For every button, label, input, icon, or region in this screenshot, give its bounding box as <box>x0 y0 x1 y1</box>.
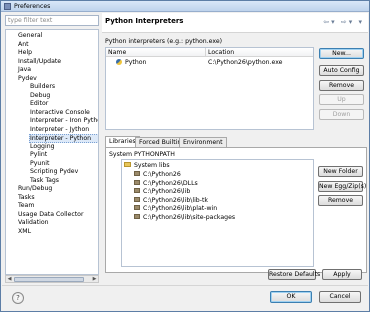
tree-horizontal-scrollbar[interactable]: ◀ ▶ <box>5 275 99 283</box>
remove-library-button[interactable]: Remove <box>318 195 363 206</box>
remove-interpreter-button[interactable]: Remove <box>319 80 364 91</box>
view-menu-icon[interactable]: ▾ <box>358 18 364 26</box>
tree-item-xml[interactable]: XML <box>18 228 31 237</box>
tree-item-tasks[interactable]: Tasks <box>18 194 35 203</box>
ok-button[interactable]: OK <box>270 291 312 303</box>
tree-item-interpreter-ironpython[interactable]: Interpreter - Iron Pytho <box>30 117 98 126</box>
tree-item-interpreter-jython[interactable]: Interpreter - Jython <box>30 126 89 135</box>
page-navigation: ⇦▾ ⇨▾ ▾ <box>323 18 364 26</box>
table-row[interactable]: Python C:\Python26\python.exe <box>106 58 313 68</box>
dialog-footer: ? OK Cancel <box>2 285 368 311</box>
cancel-button[interactable]: Cancel <box>319 291 361 303</box>
tab-environment[interactable]: Environment <box>179 137 227 147</box>
tree-item-scripting-pydev[interactable]: Scripting Pydev <box>30 168 78 177</box>
preference-page: Python Interpreters ⇦▾ ⇨▾ ▾ Python inter… <box>102 13 368 283</box>
scroll-right-icon[interactable]: ▶ <box>91 276 98 282</box>
preference-tree: General Ant Help Install/Update Java Pyd… <box>5 29 99 275</box>
preference-navigation: type filter text General Ant Help Instal… <box>5 15 99 283</box>
library-path-item[interactable]: C:\Python26\lib\plat-win <box>134 205 217 213</box>
library-path-item[interactable]: C:\Python26\lib\lib-tk <box>134 196 208 205</box>
tree-item-interpreter-python[interactable]: Interpreter - Python <box>29 134 98 143</box>
tree-item-pylint[interactable]: Pylint <box>30 151 47 160</box>
library-icon <box>134 196 140 202</box>
tree-item-ant[interactable]: Ant <box>18 41 29 50</box>
new-interpreter-button[interactable]: New... <box>319 48 364 59</box>
tree-item-task-tags[interactable]: Task Tags <box>30 177 59 186</box>
tree-item-team[interactable]: Team <box>18 202 34 211</box>
preferences-window: Preferences type filter text General Ant… <box>0 0 370 312</box>
filter-input[interactable]: type filter text <box>5 15 99 26</box>
tree-item-pyunit[interactable]: Pyunit <box>30 160 49 169</box>
tree-item-usage-data-collector[interactable]: Usage Data Collector <box>18 211 84 220</box>
tree-item-validation[interactable]: Validation <box>18 219 49 228</box>
up-button[interactable]: Up <box>319 94 364 105</box>
interpreters-table: Name Location Python C:\Python26\python.… <box>105 47 314 130</box>
page-header: Python Interpreters ⇦▾ ⇨▾ ▾ <box>102 13 368 33</box>
folder-icon <box>124 162 131 167</box>
interpreter-name: Python <box>116 58 146 68</box>
library-icon <box>134 188 140 193</box>
library-icon <box>134 213 140 219</box>
tree-item-java[interactable]: Java <box>18 66 31 75</box>
scroll-left-icon[interactable]: ◀ <box>6 276 13 282</box>
tree-item-help[interactable]: Help <box>18 49 32 58</box>
restore-defaults-button[interactable]: Restore Defaults <box>268 269 320 280</box>
pythonpath-tree: System libs C:\Python26 C:\Python26\DLLs… <box>121 159 314 267</box>
new-egg-zip-button[interactable]: New Egg/Zip(s) <box>318 181 366 192</box>
title-bar[interactable]: Preferences <box>1 1 369 12</box>
library-icon <box>134 171 140 176</box>
back-arrow-icon[interactable]: ⇦▾ <box>323 18 336 26</box>
forward-arrow-icon[interactable]: ⇨▾ <box>341 18 354 26</box>
column-header-name[interactable]: Name <box>106 48 206 57</box>
library-icon <box>134 205 140 210</box>
libraries-panel: System PYTHONPATH System libs C:\Python2… <box>105 147 367 273</box>
help-icon[interactable]: ? <box>12 292 24 304</box>
library-path-item[interactable]: C:\Python26\lib\site-packages <box>134 213 235 222</box>
library-path-item[interactable]: C:\Python26\lib <box>134 188 190 196</box>
down-button[interactable]: Down <box>319 109 364 120</box>
python-icon <box>116 59 122 65</box>
tree-item-pydev[interactable]: Pydev <box>18 75 37 84</box>
tree-item-run-debug[interactable]: Run/Debug <box>18 185 52 194</box>
auto-config-button[interactable]: Auto Config <box>319 65 364 76</box>
apply-button[interactable]: Apply <box>322 269 362 280</box>
page-title: Python Interpreters <box>105 17 184 25</box>
interpreters-description: Python interpreters (e.g.: python.exe) <box>105 38 223 45</box>
pythonpath-label: System PYTHONPATH <box>109 151 175 158</box>
library-path-item[interactable]: C:\Python26\DLLs <box>134 179 198 188</box>
new-folder-button[interactable]: New Folder <box>318 166 363 177</box>
tree-item-general[interactable]: General <box>18 32 42 41</box>
preferences-window-icon <box>4 3 11 10</box>
column-header-location[interactable]: Location <box>206 48 313 57</box>
tree-item-editor[interactable]: Editor <box>30 100 48 109</box>
tree-item-logging[interactable]: Logging <box>30 143 55 152</box>
tree-item-builders[interactable]: Builders <box>30 83 55 92</box>
scroll-thumb[interactable] <box>14 277 84 282</box>
window-title: Preferences <box>14 3 51 10</box>
tree-item-debug[interactable]: Debug <box>30 92 50 101</box>
tree-item-system-libs[interactable]: System libs <box>124 162 170 170</box>
library-icon <box>134 179 140 185</box>
library-path-item[interactable]: C:\Python26 <box>134 171 181 179</box>
interpreter-location: C:\Python26\python.exe <box>208 59 283 66</box>
tree-item-interactive-console[interactable]: Interactive Console <box>30 109 90 118</box>
tree-item-install-update[interactable]: Install/Update <box>18 58 61 67</box>
